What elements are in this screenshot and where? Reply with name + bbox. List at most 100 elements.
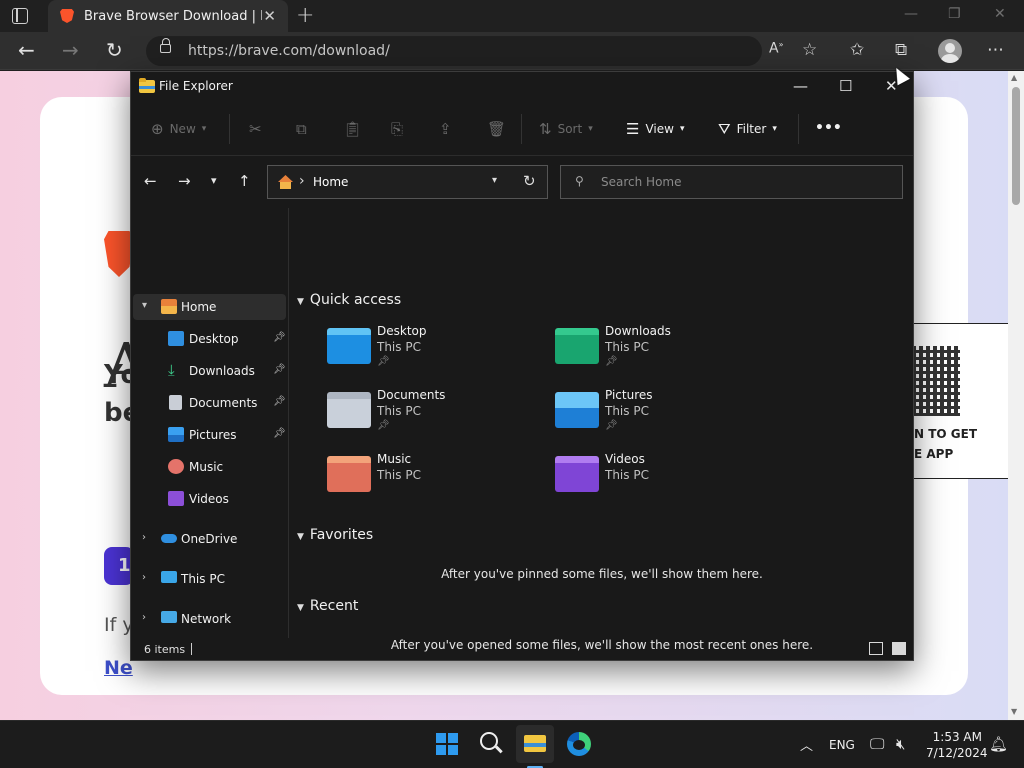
rename-button[interactable]: ⎘: [391, 120, 403, 138]
recent-locations-icon[interactable]: ▾: [211, 174, 217, 187]
nav-item-videos[interactable]: Videos: [133, 486, 286, 512]
tiles-view-icon[interactable]: [892, 642, 906, 655]
refresh-icon[interactable]: ↻: [523, 172, 536, 190]
favorites-icon[interactable]: ✩: [850, 40, 864, 60]
back-icon[interactable]: ←: [144, 172, 157, 190]
section-title: Quick access: [309, 292, 402, 308]
page-scrollbar[interactable]: ▲ ▼: [1008, 71, 1024, 720]
nav-item-home[interactable]: ▾ Home: [133, 294, 286, 320]
view-button[interactable]: ☰ View ▾: [626, 120, 684, 138]
explorer-maximize-icon[interactable]: ☐: [839, 77, 852, 95]
show-hidden-icons-icon[interactable]: ︿: [800, 735, 813, 754]
url-text[interactable]: https://brave.com/download/: [188, 43, 390, 59]
see-more-button[interactable]: •••: [815, 120, 842, 136]
scroll-up-icon[interactable]: ▲: [1011, 73, 1017, 82]
clock[interactable]: 1:53 AM 7/12/2024: [926, 729, 988, 761]
path-text[interactable]: Home: [313, 175, 348, 189]
pin-icon[interactable]: 📌︎: [273, 332, 286, 343]
add-favorite-icon[interactable]: ☆: [802, 40, 817, 60]
nav-item-pictures[interactable]: Pictures 📌︎: [133, 422, 286, 448]
windows-logo-icon: [448, 733, 458, 743]
up-icon[interactable]: ↑: [238, 172, 251, 190]
nav-item-network[interactable]: › Network: [133, 606, 286, 632]
details-view-icon[interactable]: [869, 642, 883, 655]
nav-item-desktop[interactable]: Desktop 📌︎: [133, 326, 286, 352]
more-icon[interactable]: ⋯: [987, 40, 1004, 60]
pin-icon[interactable]: 📌︎: [273, 396, 286, 407]
cut-button[interactable]: ✂: [249, 120, 262, 138]
view-label: View: [645, 122, 674, 136]
pin-icon[interactable]: 📌︎: [273, 428, 286, 439]
forward-icon[interactable]: →: [62, 38, 79, 62]
page-link[interactable]: Ne: [104, 657, 133, 679]
paste-button[interactable]: 📋︎: [343, 120, 362, 138]
status-bar: 6 items: [131, 638, 913, 660]
scroll-down-icon[interactable]: ▼: [1011, 707, 1017, 716]
taskbar-file-explorer[interactable]: [516, 725, 554, 768]
collections-icon[interactable]: ⧉: [895, 40, 907, 60]
chevron-down-icon[interactable]: ▾: [142, 300, 147, 311]
nav-item-onedrive[interactable]: › OneDrive: [133, 526, 286, 552]
copy-button[interactable]: ⧉: [296, 120, 307, 138]
language-indicator[interactable]: ENG: [829, 738, 855, 752]
chevron-right-icon[interactable]: ›: [142, 572, 146, 583]
new-tab-icon[interactable]: +: [296, 3, 314, 28]
quick-access-item[interactable]: Pictures This PC 📌︎: [555, 388, 755, 440]
profile-avatar[interactable]: [938, 39, 962, 63]
quick-access-header[interactable]: ▼ Quick access: [297, 292, 401, 308]
sort-button[interactable]: ⇅ Sort ▾: [539, 120, 593, 138]
refresh-icon[interactable]: ↻: [106, 38, 123, 62]
browser-tab[interactable]: Brave Browser Download | Brave ✕: [48, 0, 288, 32]
tab-close-icon[interactable]: ✕: [263, 7, 276, 25]
nav-item-documents[interactable]: Documents 📌︎: [133, 390, 286, 416]
item-location: This PC: [377, 340, 421, 354]
forward-icon[interactable]: →: [178, 172, 191, 190]
file-explorer-icon: [524, 735, 546, 752]
search-input[interactable]: ⚲ Search Home: [560, 165, 903, 199]
share-button[interactable]: ⇪: [439, 120, 452, 138]
pin-icon: 📌︎: [377, 356, 390, 367]
filter-button[interactable]: ⛛ Filter ▾: [718, 120, 777, 138]
volume-muted-icon[interactable]: 🔇︎: [896, 735, 905, 753]
read-aloud-icon[interactable]: A»: [769, 40, 783, 57]
back-icon[interactable]: ←: [18, 38, 35, 62]
nav-item-this-pc[interactable]: › This PC: [133, 566, 286, 592]
quick-access-item[interactable]: Music This PC: [327, 452, 527, 504]
tab-actions-icon[interactable]: [12, 8, 28, 24]
pictures-folder-icon: [555, 392, 599, 428]
quick-access-item[interactable]: Videos This PC: [555, 452, 755, 504]
taskbar-search-icon[interactable]: [480, 732, 498, 750]
delete-button[interactable]: 🗑︎: [487, 120, 506, 138]
favorites-header[interactable]: ▼ Favorites: [297, 527, 373, 543]
chevron-right-icon[interactable]: ›: [142, 612, 146, 623]
chevron-right-icon[interactable]: ›: [142, 532, 146, 543]
nav-item-music[interactable]: Music: [133, 454, 286, 480]
scrollbar-thumb[interactable]: [1012, 87, 1020, 205]
quick-access-item[interactable]: Downloads This PC 📌︎: [555, 324, 755, 376]
pin-icon[interactable]: 📌︎: [273, 364, 286, 375]
quick-access-item[interactable]: Desktop This PC 📌︎: [327, 324, 527, 376]
network-status-icon[interactable]: 🖵︎: [870, 735, 884, 753]
new-button[interactable]: ⊕ New ▾: [151, 120, 206, 138]
nav-label: Desktop: [189, 332, 239, 346]
nav-label: Music: [189, 460, 224, 474]
taskbar: ︿ ENG 🖵︎ 🔇︎ 1:53 AM 7/12/2024 🔔︎: [0, 720, 1024, 768]
explorer-titlebar[interactable]: File Explorer — ☐ ✕: [131, 72, 913, 102]
path-dropdown-icon[interactable]: ▾: [492, 175, 497, 186]
minimize-icon[interactable]: —: [904, 6, 918, 22]
edge-browser-icon[interactable]: [567, 732, 591, 756]
window-close-icon[interactable]: ✕: [994, 6, 1006, 22]
nav-item-downloads[interactable]: ⤓ Downloads 📌︎: [133, 358, 286, 384]
quick-access-item[interactable]: Documents This PC 📌︎: [327, 388, 527, 440]
recent-header[interactable]: ▼ Recent: [297, 598, 358, 614]
chevron-down-icon: ▾: [679, 124, 685, 134]
start-button[interactable]: [436, 733, 458, 755]
nav-label: OneDrive: [181, 532, 238, 546]
lock-icon[interactable]: [160, 38, 171, 53]
notification-icon[interactable]: 🔔︎: [989, 735, 1008, 753]
restore-icon[interactable]: ❐: [948, 6, 961, 22]
home-icon: [161, 299, 177, 314]
explorer-minimize-icon[interactable]: —: [793, 77, 808, 95]
path-bar[interactable]: › Home ▾ ↻: [267, 165, 548, 199]
url-field[interactable]: https://brave.com/download/: [146, 36, 762, 66]
